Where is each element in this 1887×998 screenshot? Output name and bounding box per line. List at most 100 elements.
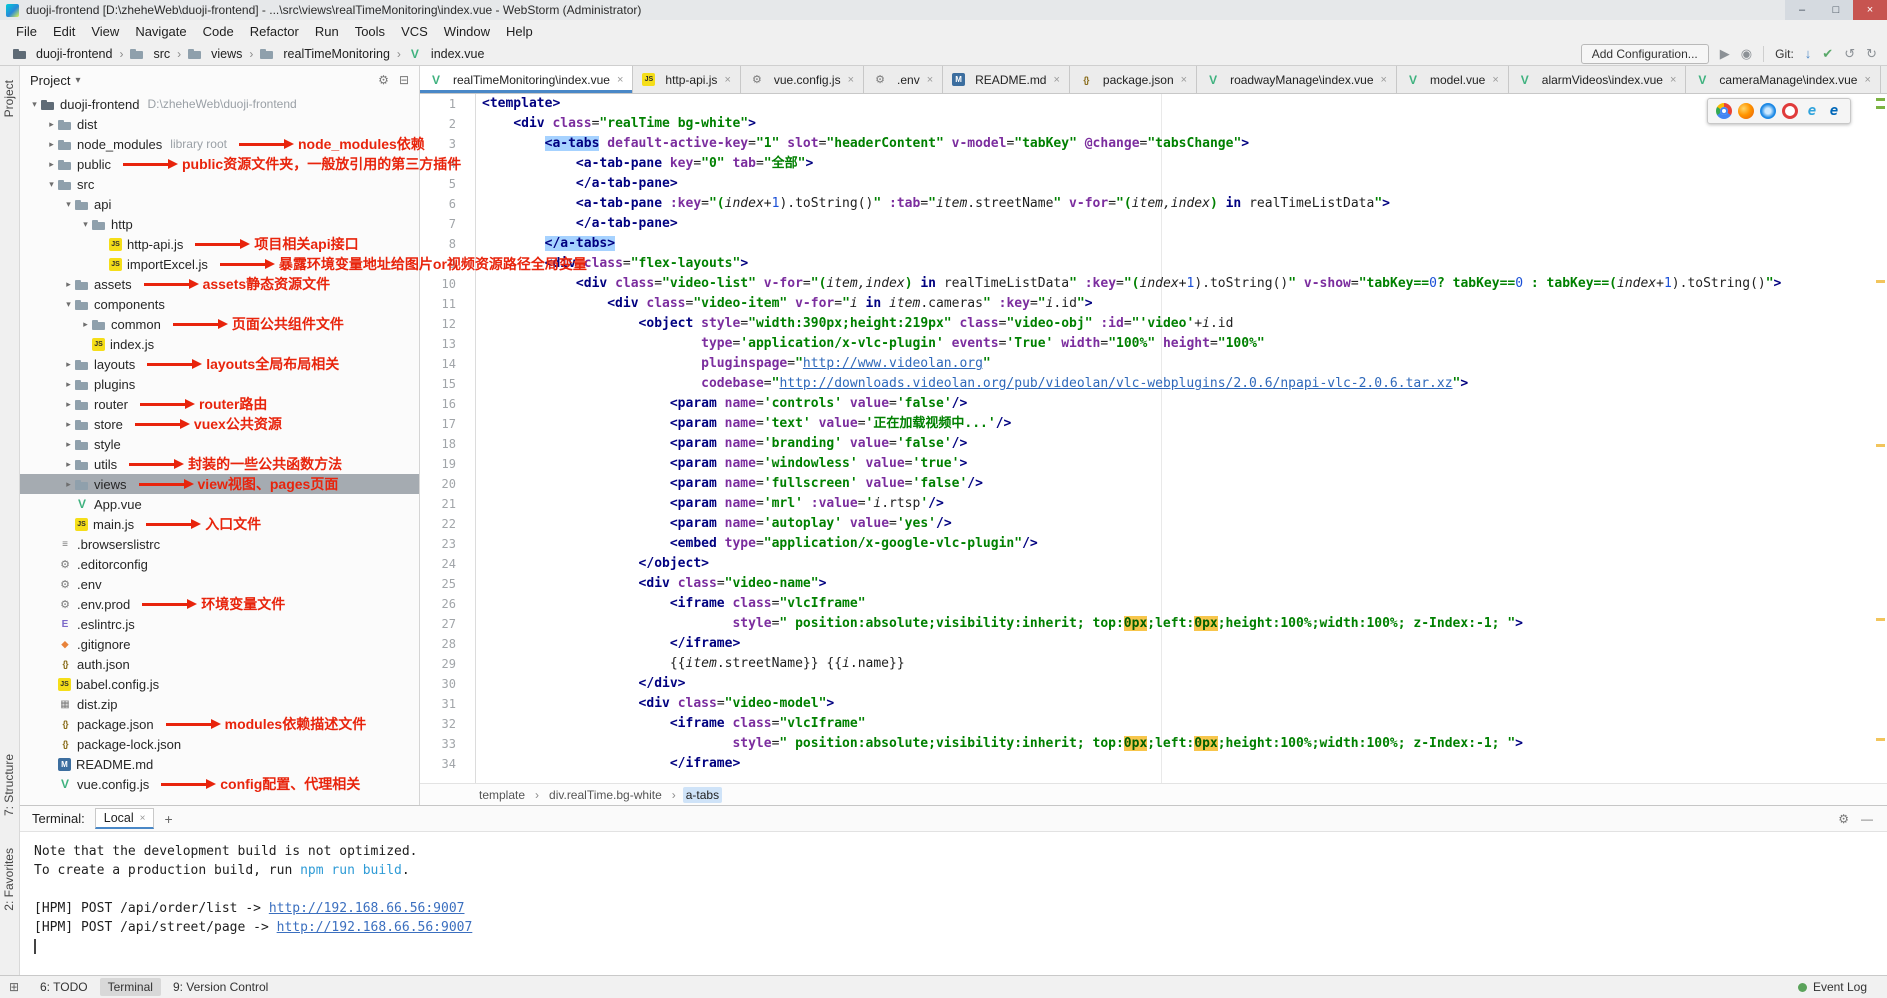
- firefox-icon[interactable]: [1738, 103, 1754, 119]
- breadcrumb-item[interactable]: duoji-frontend: [10, 46, 115, 62]
- tree-item[interactable]: JSimportExcel.js暴露环境变量地址给图片or视频资源路径全局变量: [20, 254, 419, 274]
- structure-tool-button[interactable]: 7: Structure: [2, 754, 16, 816]
- menu-item-code[interactable]: Code: [195, 22, 242, 41]
- editor-tab[interactable]: {}package.json×: [1070, 66, 1197, 93]
- code-line[interactable]: 4 <a-tab-pane key="0" tab="全部">: [420, 154, 1873, 174]
- tree-item[interactable]: Vvue.config.jsconfig配置、代理相关: [20, 774, 419, 794]
- tree-item[interactable]: MREADME.md: [20, 754, 419, 774]
- code-line[interactable]: 28 </iframe>: [420, 634, 1873, 654]
- tree-item[interactable]: ▦dist.zip: [20, 694, 419, 714]
- tree-item[interactable]: JSindex.js: [20, 334, 419, 354]
- code-line[interactable]: 13 type='application/x-vlc-plugin' event…: [420, 334, 1873, 354]
- tree-item[interactable]: ⚙.editorconfig: [20, 554, 419, 574]
- code-line[interactable]: 2 <div class="realTime bg-white">: [420, 114, 1873, 134]
- code-line[interactable]: 26 <iframe class="vlcIframe": [420, 594, 1873, 614]
- editor-tab[interactable]: Vmodel.vue×: [1397, 66, 1509, 93]
- menu-item-run[interactable]: Run: [307, 22, 347, 41]
- tree-collapse-icon[interactable]: ▾: [62, 299, 75, 310]
- menu-item-refactor[interactable]: Refactor: [242, 22, 307, 41]
- tab-close-icon[interactable]: ×: [1864, 74, 1870, 86]
- terminal-tab-local[interactable]: Local ×: [95, 808, 155, 829]
- tree-item[interactable]: ▸storevuex公共资源: [20, 414, 419, 434]
- tree-item[interactable]: {}auth.json: [20, 654, 419, 674]
- editor-tab[interactable]: ⚙.env×: [864, 66, 943, 93]
- code-line[interactable]: 22 <param name='autoplay' value='yes'/>: [420, 514, 1873, 534]
- tree-expand-icon[interactable]: ▸: [45, 119, 58, 130]
- collapse-all-icon[interactable]: ⊟: [399, 73, 409, 87]
- breadcrumb-item[interactable]: views: [185, 46, 245, 62]
- code-line[interactable]: 19 <param name='windowless' value='true'…: [420, 454, 1873, 474]
- tree-expand-icon[interactable]: ▸: [62, 459, 75, 470]
- code-line[interactable]: 6 <a-tab-pane :key="(index+1).toString()…: [420, 194, 1873, 214]
- code-line[interactable]: 1<template>: [420, 94, 1873, 114]
- editor-tab[interactable]: MREADME.md×: [943, 66, 1070, 93]
- status-item-terminal[interactable]: Terminal: [100, 978, 161, 996]
- tree-expand-icon[interactable]: ▸: [62, 379, 75, 390]
- status-item-6-todo[interactable]: 6: TODO: [32, 978, 96, 996]
- tab-close-icon[interactable]: ×: [617, 74, 623, 86]
- tree-item[interactable]: ⚙.env: [20, 574, 419, 594]
- tab-close-icon[interactable]: ×: [1381, 74, 1387, 86]
- tree-item[interactable]: ▸node_moduleslibrary rootnode_modules依赖: [20, 134, 419, 154]
- tree-item[interactable]: {}package.jsonmodules依赖描述文件: [20, 714, 419, 734]
- project-panel-title[interactable]: Project: [30, 73, 70, 88]
- ie-icon[interactable]: e: [1804, 103, 1820, 119]
- tree-expand-icon[interactable]: ▸: [62, 419, 75, 430]
- menu-item-window[interactable]: Window: [436, 22, 498, 41]
- terminal-minimize-icon[interactable]: —: [1861, 812, 1873, 826]
- close-button[interactable]: ×: [1853, 0, 1887, 20]
- tree-expand-icon[interactable]: ▸: [62, 279, 75, 290]
- tree-item[interactable]: ▸routerrouter路由: [20, 394, 419, 414]
- tree-item[interactable]: ▾src: [20, 174, 419, 194]
- code-line[interactable]: 29 {{item.streetName}} {{i.name}}: [420, 654, 1873, 674]
- code-line[interactable]: 17 <param name='text' value='正在加载视频中...'…: [420, 414, 1873, 434]
- tool-window-switcher-icon[interactable]: ⊞: [4, 980, 24, 994]
- safari-icon[interactable]: [1760, 103, 1776, 119]
- git-commit-icon[interactable]: ✔: [1822, 47, 1833, 60]
- maximize-button[interactable]: □: [1819, 0, 1853, 20]
- code-line[interactable]: 10 <div class="video-list" v-for="(item,…: [420, 274, 1873, 294]
- run-icon[interactable]: ▶: [1720, 47, 1730, 60]
- code-line[interactable]: 8 </a-tabs>: [420, 234, 1873, 254]
- status-item-9-version-control[interactable]: 9: Version Control: [165, 978, 276, 996]
- terminal-link[interactable]: http://192.168.66.56:9007: [277, 920, 473, 935]
- tree-expand-icon[interactable]: ▸: [62, 359, 75, 370]
- settings-gear-icon[interactable]: ⚙: [378, 73, 389, 87]
- tree-expand-icon[interactable]: ▸: [45, 139, 58, 150]
- code-line[interactable]: 31 <div class="video-model">: [420, 694, 1873, 714]
- editor-tab[interactable]: ValarmVideos\index.vue×: [1509, 66, 1687, 93]
- code-line[interactable]: 20 <param name='fullscreen' value='false…: [420, 474, 1873, 494]
- breadcrumb-item[interactable]: div.realTime.bg-white: [546, 787, 665, 803]
- code-line[interactable]: 12 <object style="width:390px;height:219…: [420, 314, 1873, 334]
- code-line[interactable]: 21 <param name='mrl' :value='i.rtsp'/>: [420, 494, 1873, 514]
- tree-item[interactable]: ▸layoutslayouts全局布局相关: [20, 354, 419, 374]
- editor-tab[interactable]: VcameraManage\index.vue×: [1686, 66, 1881, 93]
- tree-expand-icon[interactable]: ▸: [45, 159, 58, 170]
- scrollbar-marks[interactable]: [1873, 94, 1887, 783]
- tree-collapse-icon[interactable]: ▾: [62, 199, 75, 210]
- tree-item[interactable]: ▸common页面公共组件文件: [20, 314, 419, 334]
- tree-item[interactable]: JSmain.js入口文件: [20, 514, 419, 534]
- debug-icon[interactable]: ◉: [1741, 47, 1752, 60]
- tree-item[interactable]: ▾api: [20, 194, 419, 214]
- breadcrumb-item[interactable]: template: [476, 787, 528, 803]
- code-line[interactable]: 15 codebase="http://downloads.videolan.o…: [420, 374, 1873, 394]
- git-rollback-icon[interactable]: ↺: [1844, 47, 1855, 60]
- code-line[interactable]: 27 style=" position:absolute;visibility:…: [420, 614, 1873, 634]
- tree-item[interactable]: ▸plugins: [20, 374, 419, 394]
- tree-item[interactable]: JSbabel.config.js: [20, 674, 419, 694]
- git-history-icon[interactable]: ↻: [1866, 47, 1877, 60]
- new-terminal-button[interactable]: +: [164, 811, 172, 827]
- opera-icon[interactable]: [1782, 103, 1798, 119]
- code-area[interactable]: 1<template>2 <div class="realTime bg-whi…: [420, 94, 1887, 783]
- menu-item-view[interactable]: View: [83, 22, 127, 41]
- editor-tab[interactable]: ⚙vue.config.js×: [741, 66, 864, 93]
- tree-item[interactable]: VApp.vue: [20, 494, 419, 514]
- project-tool-button[interactable]: Project: [2, 80, 16, 117]
- tree-item[interactable]: ▸publicpublic资源文件夹，一般放引用的第三方插件: [20, 154, 419, 174]
- tree-expand-icon[interactable]: ▸: [62, 399, 75, 410]
- add-configuration-button[interactable]: Add Configuration...: [1581, 44, 1709, 64]
- minimize-button[interactable]: –: [1785, 0, 1819, 20]
- tree-item[interactable]: E.eslintrc.js: [20, 614, 419, 634]
- tree-expand-icon[interactable]: ▸: [79, 319, 92, 330]
